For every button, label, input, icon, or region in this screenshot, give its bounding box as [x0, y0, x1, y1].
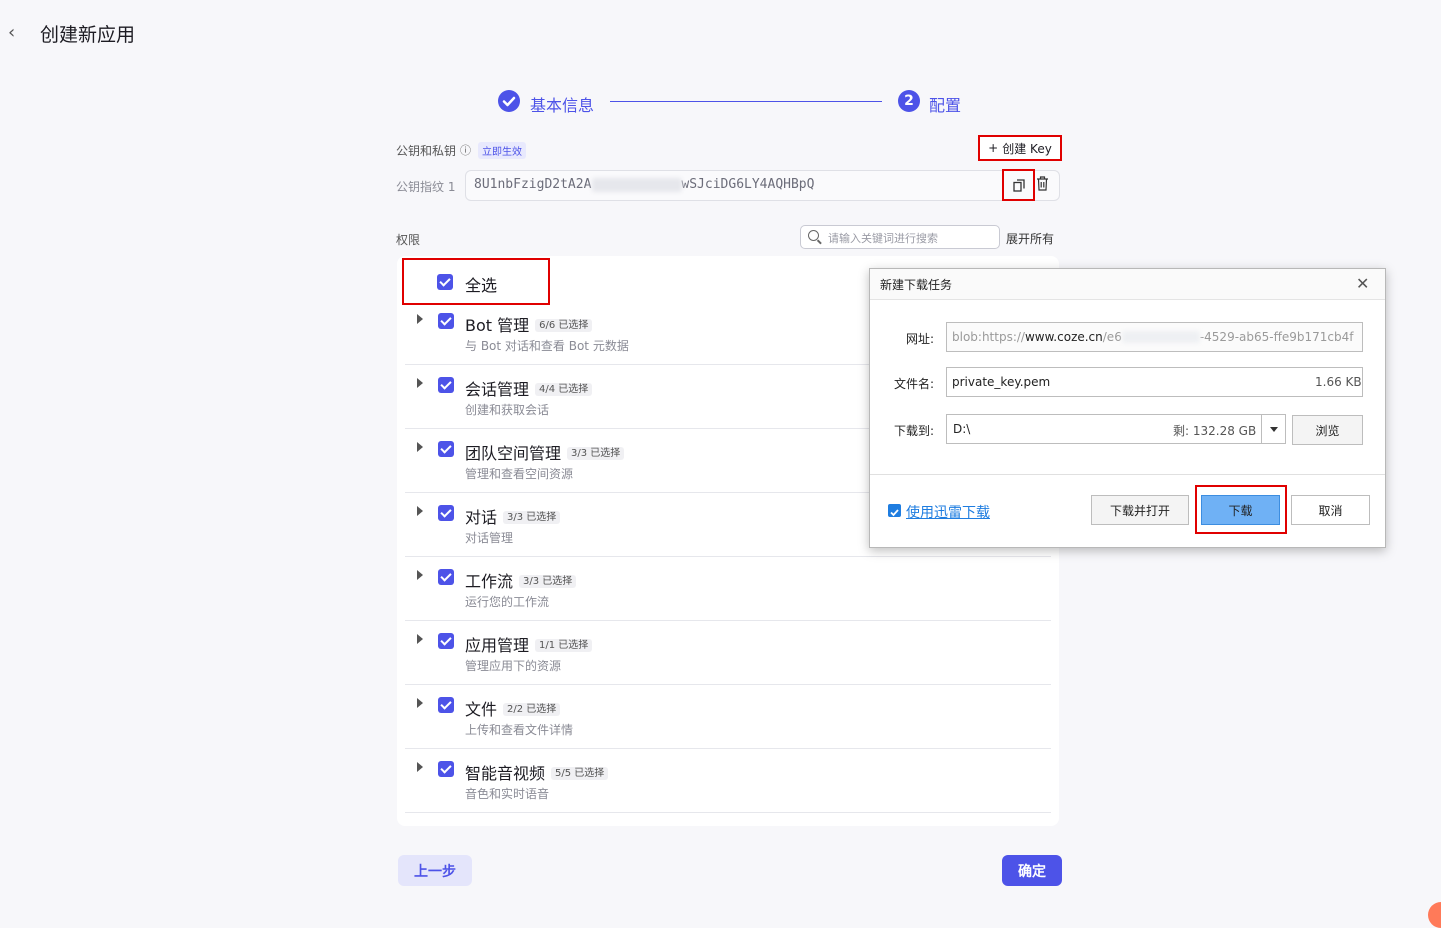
step-connector — [610, 101, 882, 102]
step-done-check-icon — [498, 90, 520, 112]
expand-caret-icon[interactable] — [417, 570, 423, 580]
delete-key-button[interactable] — [1036, 176, 1050, 192]
fingerprint-start: 8U1nbFzigD2tA2A — [474, 177, 592, 192]
permission-desc: 音色和实时语音 — [465, 787, 550, 801]
permission-row: 智能音视频 5/5 已选择 音色和实时语音 — [405, 748, 1051, 813]
selected-count-badge: 3/3 已选择 — [567, 447, 625, 460]
permission-desc: 对话管理 — [465, 531, 514, 545]
redacted-block — [1121, 331, 1200, 343]
permission-checkbox[interactable] — [438, 505, 454, 521]
permission-row: 工作流 3/3 已选择 运行您的工作流 — [405, 556, 1051, 621]
expand-caret-icon[interactable] — [417, 378, 423, 388]
effective-badge: 立即生效 — [478, 142, 526, 159]
expand-caret-icon[interactable] — [417, 762, 423, 772]
url-prefix: blob:https:// — [952, 330, 1025, 344]
url-value: blob:https://www.coze.cn/e6 -4529-ab65-ff… — [952, 330, 1353, 344]
create-key-button[interactable]: + 创建 Key — [978, 135, 1062, 161]
copy-icon — [1012, 178, 1025, 192]
search-placeholder: 请输入关键词进行搜索 — [828, 232, 938, 245]
permission-desc: 管理和查看空间资源 — [465, 467, 574, 481]
saveto-dropdown[interactable] — [1261, 414, 1286, 444]
page-title: 创建新应用 — [40, 24, 136, 46]
selected-count-badge: 4/4 已选择 — [535, 383, 593, 396]
create-key-label: 创建 Key — [1002, 141, 1052, 156]
permission-checkbox[interactable] — [438, 441, 454, 457]
plus-icon: + — [988, 141, 999, 155]
cancel-button[interactable]: 取消 — [1291, 495, 1370, 525]
selected-count-badge: 3/3 已选择 — [503, 511, 561, 524]
expand-caret-icon[interactable] — [417, 506, 423, 516]
selected-count-badge: 1/1 已选择 — [535, 639, 593, 652]
url-path-start: /e6 — [1102, 330, 1122, 344]
selected-count-badge: 2/2 已选择 — [503, 703, 561, 716]
selected-count-badge: 5/5 已选择 — [551, 767, 609, 780]
selected-count-badge: 6/6 已选择 — [535, 319, 593, 332]
expand-caret-icon[interactable] — [417, 314, 423, 324]
floating-helper-icon[interactable] — [1428, 902, 1441, 928]
copy-button[interactable] — [1002, 169, 1035, 201]
url-host: www.coze.cn — [1024, 330, 1103, 344]
saveto-value: D:\ — [953, 422, 971, 436]
permission-title: 应用管理 — [465, 636, 530, 655]
permission-title: 智能音视频 — [465, 764, 546, 783]
permission-title: 团队空间管理 — [465, 444, 562, 463]
thunder-checkbox[interactable] — [888, 504, 901, 517]
back-icon[interactable]: ‹ — [8, 24, 26, 42]
permission-desc: 运行您的工作流 — [465, 595, 550, 609]
expand-caret-icon[interactable] — [417, 698, 423, 708]
info-icon[interactable]: ⓘ — [460, 142, 471, 158]
permission-desc: 管理应用下的资源 — [465, 659, 562, 673]
permission-title: 会话管理 — [465, 380, 530, 399]
permission-desc: 创建和获取会话 — [465, 403, 550, 417]
permission-title: Bot 管理 — [465, 316, 530, 335]
confirm-button[interactable]: 确定 — [1002, 855, 1062, 886]
dialog-divider — [870, 474, 1385, 475]
fingerprint-end: wSJciDG6LY4AQHBpQ — [681, 177, 815, 192]
filename-value: private_key.pem — [952, 375, 1051, 389]
expand-caret-icon[interactable] — [417, 634, 423, 644]
redacted-block — [592, 178, 682, 192]
permission-checkbox[interactable] — [438, 697, 454, 713]
permission-desc: 上传和查看文件详情 — [465, 723, 574, 737]
free-space: 剩: 132.28 GB — [1173, 424, 1257, 438]
url-label: 网址: — [905, 332, 934, 346]
step-config-label: 配置 — [929, 96, 962, 115]
permission-title: 文件 — [465, 700, 498, 719]
permission-row: 文件 2/2 已选择 上传和查看文件详情 — [405, 684, 1051, 749]
thunder-download-link[interactable]: 使用迅雷下载 — [906, 502, 990, 522]
download-dialog: 新建下载任务 ✕ 网址: blob:https://www.coze.cn/e6… — [869, 268, 1386, 548]
permission-checkbox[interactable] — [438, 633, 454, 649]
download-and-open-button[interactable]: 下载并打开 — [1091, 495, 1189, 525]
fingerprint-label: 公钥指纹 1 — [396, 180, 456, 194]
filename-label: 文件名: — [893, 377, 934, 391]
permission-checkbox[interactable] — [438, 569, 454, 585]
expand-all-button[interactable]: 展开所有 — [1006, 230, 1054, 247]
url-path-end: -4529-ab65-ffe9b171cb4f — [1199, 330, 1354, 344]
step-number: 2 — [898, 90, 920, 112]
step-basic-info-label: 基本信息 — [530, 96, 595, 115]
permission-title: 对话 — [465, 508, 498, 527]
expand-caret-icon[interactable] — [417, 442, 423, 452]
permission-checkbox[interactable] — [438, 761, 454, 777]
permission-row: 应用管理 1/1 已选择 管理应用下的资源 — [405, 620, 1051, 685]
chevron-down-icon — [1269, 426, 1278, 432]
saveto-label: 下载到: — [893, 424, 934, 438]
permissions-label: 权限 — [396, 233, 421, 247]
close-icon[interactable]: ✕ — [1356, 274, 1369, 293]
trash-icon — [1037, 176, 1048, 191]
browse-button[interactable]: 浏览 — [1292, 415, 1363, 445]
prev-step-button[interactable]: 上一步 — [398, 855, 472, 886]
filesize-value: 1.66 KB — [1315, 375, 1362, 389]
permission-title: 工作流 — [465, 572, 514, 591]
search-icon — [808, 230, 819, 241]
permission-checkbox[interactable] — [438, 377, 454, 393]
download-button[interactable]: 下载 — [1201, 495, 1280, 525]
selected-count-badge: 3/3 已选择 — [519, 575, 577, 588]
keys-section-label: 公钥和私钥 — [396, 144, 457, 158]
select-all-highlight — [402, 258, 550, 305]
permission-desc: 与 Bot 对话和查看 Bot 元数据 — [465, 339, 629, 353]
permission-checkbox[interactable] — [438, 313, 454, 329]
dialog-title: 新建下载任务 — [880, 278, 953, 292]
